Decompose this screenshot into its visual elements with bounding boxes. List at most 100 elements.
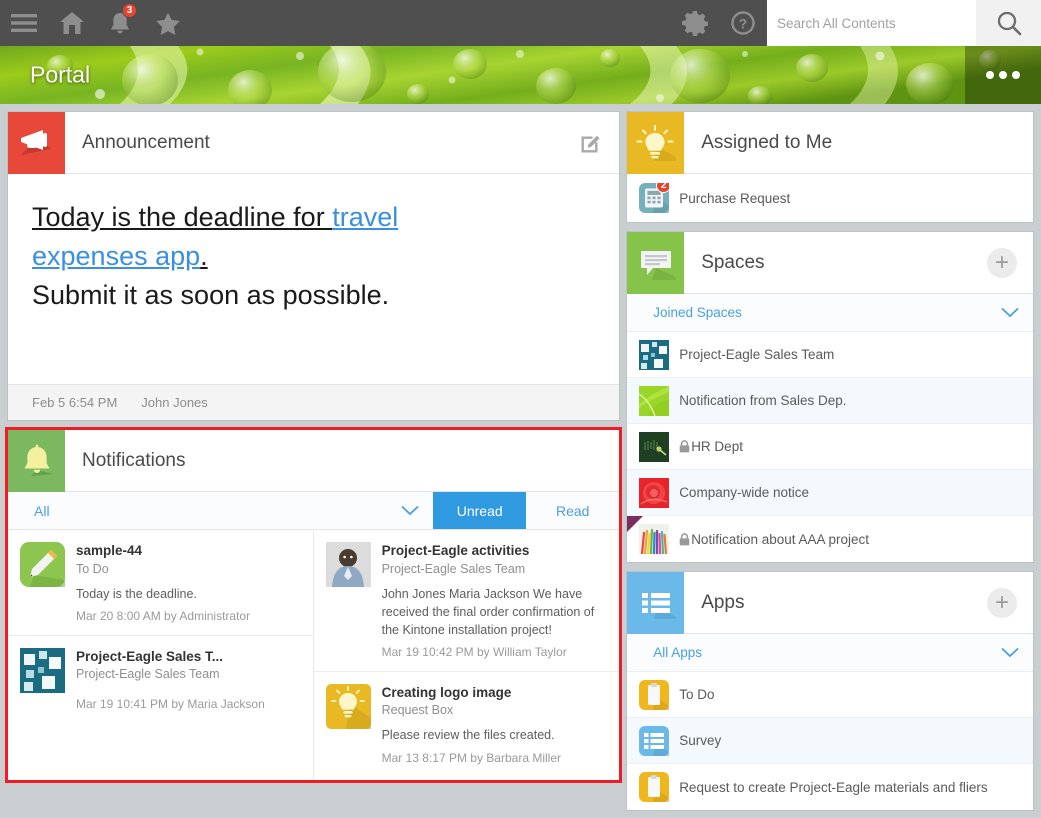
pencils-thumb — [639, 524, 669, 554]
help-icon[interactable]: ? — [719, 0, 767, 46]
announcement-title: Announcement — [82, 132, 210, 154]
all-apps-group-header[interactable]: All Apps — [627, 634, 1033, 672]
plus-icon: + — [987, 588, 1017, 618]
notification-title: Project-Eagle Sales T... — [76, 648, 299, 666]
edit-announcement-button[interactable] — [579, 131, 603, 155]
lock-icon — [679, 440, 690, 453]
svg-text:?: ? — [739, 16, 747, 31]
dark-green-thumb — [639, 432, 669, 462]
notification-body: Please review the files created. — [382, 726, 606, 744]
assigned-header: Assigned to Me — [627, 112, 1033, 174]
spaces-panel: Spaces + Joined Spaces Project-Eagle Sal… — [627, 232, 1033, 562]
space-squares-icon — [20, 648, 65, 693]
app-item[interactable]: Survey — [627, 718, 1033, 764]
notification-text: sample-44 To Do Today is the deadline. M… — [76, 542, 299, 623]
global-search — [767, 0, 1041, 46]
left-column: Announcement Today is the deadline for t… — [8, 112, 619, 818]
star-icon[interactable] — [144, 0, 192, 46]
space-item[interactable]: Notification about AAA project — [627, 516, 1033, 562]
notifications-header: Notifications — [8, 430, 619, 492]
add-app-button[interactable]: + — [987, 588, 1017, 618]
bell-icon — [8, 430, 65, 492]
bell-icon[interactable]: 3 — [96, 0, 144, 46]
spaces-header: Spaces + — [627, 232, 1033, 294]
announcement-text-plain: Today is the deadline for — [32, 202, 332, 232]
announcement-panel: Announcement Today is the deadline for t… — [8, 112, 619, 420]
speech-bubble-icon — [627, 232, 684, 294]
list-app-icon — [639, 726, 669, 756]
apps-header: Apps + — [627, 572, 1033, 634]
clipboard-app-icon — [639, 680, 669, 710]
space-item-text: Notification about AAA project — [691, 532, 869, 547]
space-item-label: HR Dept — [679, 439, 743, 454]
announcement-line-3: Submit it as soon as possible. — [32, 276, 595, 315]
notification-meta: Mar 13 8:17 PM by Barbara Miller — [382, 751, 606, 765]
blue-squares-thumb — [639, 340, 669, 370]
space-item[interactable]: Project-Eagle Sales Team — [627, 332, 1033, 378]
assigned-title: Assigned to Me — [701, 132, 832, 154]
notification-title: Creating logo image — [382, 684, 606, 702]
home-icon[interactable] — [48, 0, 96, 46]
ellipsis-icon — [1012, 71, 1020, 79]
app-item-label: To Do — [679, 687, 714, 702]
joined-spaces-group-header[interactable]: Joined Spaces — [627, 294, 1033, 332]
apps-panel: Apps + All Apps To Do — [627, 572, 1033, 810]
tab-read[interactable]: Read — [526, 492, 619, 529]
assigned-item-purchase-request[interactable]: 2 Purchase Request — [627, 174, 1033, 222]
announcement-period: . — [200, 241, 208, 271]
tab-unread[interactable]: Unread — [433, 492, 526, 529]
notifications-column-right: Project-Eagle activities Project-Eagle S… — [314, 530, 620, 780]
announcement-line-1: Today is the deadline for travel — [32, 198, 595, 237]
search-input[interactable] — [767, 0, 976, 46]
add-space-button[interactable]: + — [987, 248, 1017, 278]
notification-item[interactable]: Creating logo image Request Box Please r… — [314, 672, 620, 777]
chevron-down-icon — [401, 505, 419, 516]
edit-icon — [579, 131, 603, 155]
space-item-text: HR Dept — [691, 439, 743, 454]
notification-item[interactable]: Project-Eagle Sales T... Project-Eagle S… — [8, 636, 313, 724]
search-button[interactable] — [976, 0, 1041, 46]
app-item[interactable]: Request to create Project-Eagle material… — [627, 764, 1033, 810]
ellipsis-icon — [999, 71, 1007, 79]
lightbulb-icon — [627, 112, 684, 174]
pencil-app-icon — [20, 542, 65, 587]
announcement-footer: Feb 5 6:54 PM John Jones — [8, 384, 619, 420]
notifications-filter-select[interactable]: All — [8, 492, 433, 529]
space-item[interactable]: HR Dept — [627, 424, 1033, 470]
hamburger-icon[interactable] — [0, 0, 48, 46]
portal-page: 3 ? — [0, 0, 1041, 818]
notifications-title: Notifications — [82, 450, 186, 472]
notification-item[interactable]: Project-Eagle activities Project-Eagle S… — [314, 530, 620, 672]
announcement-author: John Jones — [141, 395, 208, 410]
notification-text: Creating logo image Request Box Please r… — [382, 684, 606, 765]
space-item-label: Company-wide notice — [679, 485, 809, 500]
space-item[interactable]: Notification from Sales Dep. — [627, 378, 1033, 424]
app-item-label: Survey — [679, 733, 721, 748]
red-rose-thumb — [639, 478, 669, 508]
notification-subtitle: To Do — [76, 562, 299, 576]
notification-meta: Mar 19 10:42 PM by William Taylor — [382, 645, 606, 659]
assigned-badge-count: 2 — [656, 183, 669, 193]
announcement-link-2[interactable]: expenses app — [32, 241, 200, 271]
app-item[interactable]: To Do — [627, 672, 1033, 718]
chevron-down-icon — [1001, 307, 1019, 318]
top-navigation-bar: 3 ? — [0, 0, 1041, 46]
space-item[interactable]: Company-wide notice — [627, 470, 1033, 516]
notification-subtitle: Project-Eagle Sales Team — [76, 667, 299, 681]
banner-background-image — [0, 46, 1041, 104]
space-item-label: Notification from Sales Dep. — [679, 393, 846, 408]
announcement-link-1[interactable]: travel — [332, 202, 398, 232]
notification-item[interactable]: sample-44 To Do Today is the deadline. M… — [8, 530, 313, 636]
banner-options-menu[interactable] — [965, 46, 1041, 104]
announcement-timestamp: Feb 5 6:54 PM — [32, 395, 117, 410]
space-item-label: Notification about AAA project — [679, 532, 869, 547]
gear-icon[interactable] — [671, 0, 719, 46]
bell-badge-count: 3 — [122, 3, 137, 18]
notifications-panel: Notifications All Unread Read — [8, 430, 619, 780]
clipboard-app-icon — [639, 772, 669, 802]
plus-icon: + — [987, 248, 1017, 278]
notifications-filter-bar: All Unread Read — [8, 492, 619, 530]
space-item-label: Project-Eagle Sales Team — [679, 347, 834, 362]
notification-meta: Mar 19 10:41 PM by Maria Jackson — [76, 697, 299, 711]
notifications-column-left: sample-44 To Do Today is the deadline. M… — [8, 530, 314, 780]
